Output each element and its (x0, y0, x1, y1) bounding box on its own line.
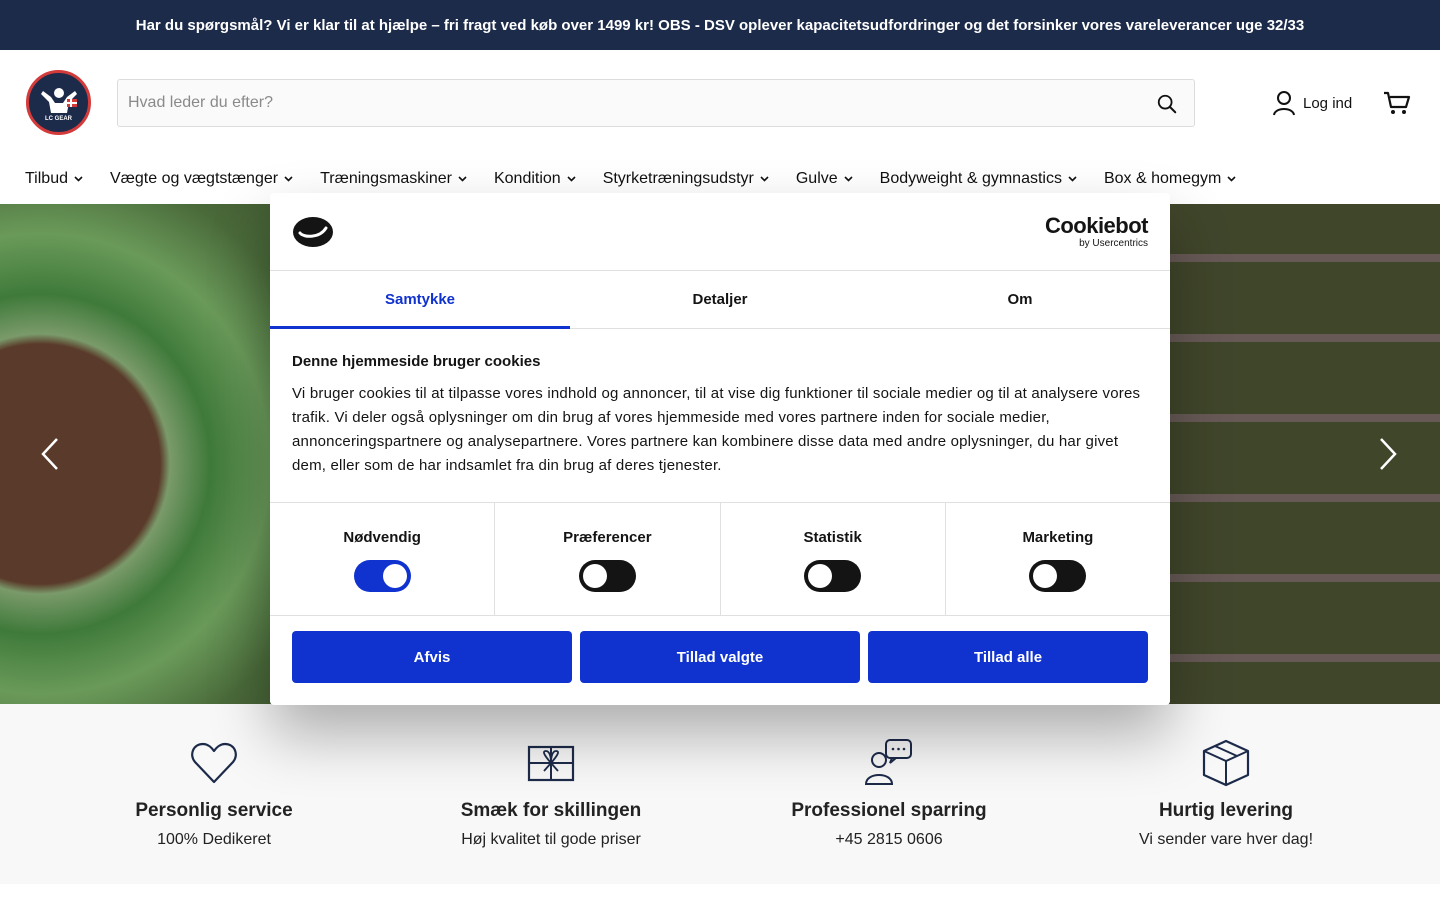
chevron-left-icon[interactable] (40, 436, 60, 472)
chevron-down-icon (1068, 176, 1077, 182)
necessary-toggle[interactable] (353, 560, 411, 592)
cookiebot-brand-name: Cookiebot (1044, 213, 1149, 238)
nav-item-kondition[interactable]: Kondition (494, 170, 576, 188)
chevron-down-icon (567, 176, 576, 182)
chevron-down-icon (760, 176, 769, 182)
nav-item-box-homegym[interactable]: Box & homegym (1104, 170, 1236, 188)
cookie-dialog-body: Denne hjemmeside bruger cookies Vi bruge… (292, 353, 1148, 478)
nav-item-bodyweight[interactable]: Bodyweight & gymnastics (880, 170, 1077, 188)
nav-item-styrketraening[interactable]: Styrketræningsudstyr (603, 170, 769, 188)
announcement-bar: Har du spørgsmål? Vi er klar til at hjæl… (0, 0, 1440, 50)
feature-personal-service: Personlig service 100% Dedikeret (64, 738, 364, 849)
deny-button[interactable]: Afvis (292, 631, 572, 683)
toggle-knob (582, 564, 607, 588)
chevron-down-icon (284, 176, 293, 182)
nav-item-gulve[interactable]: Gulve (796, 170, 853, 188)
marketing-toggle[interactable] (1029, 560, 1087, 592)
cookie-description: Vi bruger cookies til at tilpasse vores … (292, 385, 1141, 474)
feature-title: Professionel sparring (791, 800, 987, 821)
toggle-label: Nødvendig (343, 529, 421, 546)
nav-label: Kondition (493, 170, 561, 187)
feature-text: Vi sender vare hver dag! (1138, 831, 1314, 848)
feature-title: Smæk for skillingen (460, 800, 642, 821)
cart-icon[interactable] (1383, 90, 1411, 116)
feature-text: 100% Dedikeret (157, 831, 271, 848)
login-link[interactable]: Log ind (1273, 90, 1352, 116)
toggle-knob (382, 564, 407, 588)
allow-all-button[interactable]: Tillad alle (868, 631, 1148, 683)
nav-label: Gulve (795, 170, 838, 187)
chevron-down-icon (74, 176, 83, 182)
allow-selected-button[interactable]: Tillad valgte (580, 631, 860, 683)
toggle-group-preferences: Præferencer (495, 503, 721, 615)
feature-title: Personlig service (135, 800, 293, 821)
box-icon (1202, 739, 1250, 787)
gift-icon (527, 745, 575, 782)
login-label: Log ind (1303, 94, 1353, 112)
feature-sparring: Professionel sparring +45 2815 0606 (739, 738, 1039, 849)
announcement-text: Har du spørgsmål? Vi er klar til at hjæl… (135, 16, 1305, 34)
nav-label: Box & homegym (1103, 170, 1222, 187)
cookiebot-logo-icon (293, 217, 333, 247)
search-icon[interactable] (1156, 93, 1178, 115)
store-logo[interactable]: LC GEAR (26, 70, 91, 135)
cookie-category-toggles: Nødvendig Præferencer Statistik Marketin… (270, 502, 1170, 616)
toggle-knob (1033, 564, 1058, 588)
toggle-group-marketing: Marketing (946, 503, 1170, 615)
feature-delivery: Hurtig levering Vi sender vare hver dag! (1076, 738, 1376, 849)
chat-person-icon (864, 739, 912, 785)
cookie-heading: Denne hjemmeside bruger cookies (292, 353, 541, 370)
features-section: Personlig service 100% Dedikeret Smæk fo… (0, 704, 1440, 884)
site-header: LC GEAR Log ind (0, 50, 1440, 154)
chevron-right-icon[interactable] (1378, 436, 1398, 472)
feature-value: Smæk for skillingen Høj kvalitet til god… (401, 738, 701, 849)
preferences-toggle[interactable] (578, 560, 636, 592)
chevron-down-icon (1227, 176, 1236, 182)
chevron-down-icon (844, 176, 853, 182)
statistics-toggle[interactable] (804, 560, 862, 592)
toggle-group-necessary: Nødvendig (270, 503, 496, 615)
nav-label: Tilbud (25, 170, 68, 187)
lifter-logo-icon (41, 88, 77, 113)
feature-text: +45 2815 0606 (835, 831, 943, 848)
search-box (117, 79, 1195, 127)
logo-text: LC GEAR (45, 116, 72, 122)
chevron-down-icon (458, 176, 467, 182)
nav-label: Træningsmaskiner (320, 170, 452, 187)
nav-label: Vægte og vægtstænger (109, 170, 279, 187)
toggle-label: Marketing (1022, 529, 1094, 546)
toggle-group-statistics: Statistik (721, 503, 946, 615)
cookiebot-brand: Cookiebot by Usercentrics (1044, 213, 1149, 250)
tab-samtykke[interactable]: Samtykke (270, 271, 570, 329)
tab-detaljer[interactable]: Detaljer (570, 271, 870, 328)
toggle-knob (808, 564, 833, 588)
user-icon (1273, 91, 1295, 116)
toggle-label: Statistik (803, 529, 862, 546)
cookie-tabs: Samtykke Detaljer Om (270, 271, 1170, 329)
nav-item-traeningsmaskiner[interactable]: Træningsmaskiner (320, 170, 467, 188)
nav-label: Styrketræningsudstyr (602, 170, 754, 187)
feature-title: Hurtig levering (1158, 800, 1294, 821)
tab-om[interactable]: Om (870, 271, 1170, 328)
cookie-buttons: Afvis Tillad valgte Tillad alle (292, 631, 1148, 683)
nav-label: Bodyweight & gymnastics (879, 170, 1062, 187)
cookie-consent-dialog: Cookiebot by Usercentrics Samtykke Detal… (270, 193, 1170, 705)
toggle-label: Præferencer (563, 529, 652, 546)
search-input[interactable] (128, 88, 1128, 118)
cookiebot-brand-sub: by Usercentrics (1079, 238, 1148, 249)
feature-text: Høj kvalitet til gode priser (461, 831, 641, 848)
nav-item-vaegte[interactable]: Vægte og vægtstænger (110, 170, 293, 188)
cookie-dialog-header: Cookiebot by Usercentrics (270, 193, 1170, 271)
heart-icon (191, 742, 237, 784)
nav-item-tilbud[interactable]: Tilbud (25, 170, 83, 188)
